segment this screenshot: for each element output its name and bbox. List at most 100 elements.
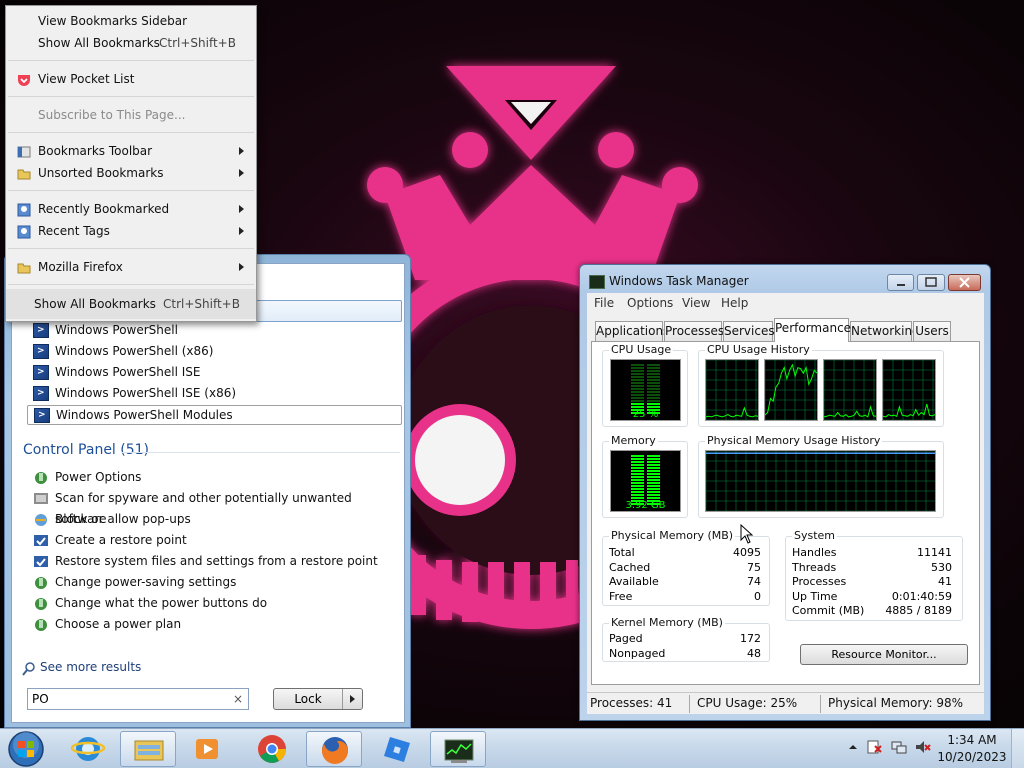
bm-recently-bookmarked[interactable]: Recently Bookmarked (6, 198, 256, 220)
program-powershell-x86[interactable]: Windows PowerShell (x86) (27, 341, 402, 362)
cpu-meter-segment (631, 394, 644, 396)
clear-search-icon[interactable]: × (233, 689, 243, 709)
program-powershell-ise[interactable]: Windows PowerShell ISE (27, 362, 402, 383)
bm-view-pocket-list[interactable]: View Pocket List (6, 68, 256, 90)
tab-services[interactable]: Services (723, 321, 775, 341)
bm-label: Recent Tags (38, 224, 110, 238)
cpu-meter-segment (631, 400, 644, 402)
task-manager-icon (444, 739, 474, 763)
cpu-meter-segment (631, 385, 644, 387)
minimize-button[interactable] (887, 274, 914, 291)
taskbar-firefox[interactable] (306, 731, 362, 767)
bm-label: View Pocket List (38, 72, 135, 86)
bookmarks-menu: View Bookmarks Sidebar Show All Bookmark… (5, 5, 257, 322)
menu-help[interactable]: Help (721, 296, 748, 310)
bm-show-all-bottom[interactable]: Show All Bookmarks Ctrl+Shift+B (6, 289, 256, 319)
stat-key: Commit (MB) (792, 604, 865, 617)
divider (8, 248, 254, 249)
folder-icon (17, 260, 31, 274)
bm-bookmarks-toolbar[interactable]: Bookmarks Toolbar (6, 140, 256, 162)
status-bar: Processes: 41 CPU Usage: 25% Physical Me… (587, 692, 984, 714)
start-search-input[interactable]: PO × (27, 688, 249, 710)
submenu-arrow-icon (239, 169, 244, 177)
stat-value: 172 (740, 632, 761, 645)
maximize-button[interactable] (917, 274, 945, 291)
memory-meter-segment (647, 497, 660, 499)
clock-time[interactable]: 1:34 AM (937, 733, 1007, 747)
memory-meter-segment (631, 464, 644, 466)
taskbar-chrome[interactable] (244, 731, 300, 767)
see-more-results-link[interactable]: See more results (40, 660, 141, 674)
lock-button-label: Lock (294, 692, 322, 706)
tab-users[interactable]: Users (913, 321, 951, 341)
show-desktop-button[interactable] (1011, 729, 1024, 768)
program-powershell[interactable]: Windows PowerShell (27, 320, 402, 341)
shutdown-options-arrow-icon[interactable] (342, 689, 362, 709)
cp-label: Restore system files and settings from a… (55, 554, 378, 568)
taskbar-windows-explorer[interactable] (120, 731, 176, 767)
stat-value: 4885 / 8189 (885, 604, 952, 617)
tab-applications[interactable]: Applications (595, 321, 669, 341)
bm-recent-tags[interactable]: Recent Tags (6, 220, 256, 242)
powershell-icon (33, 320, 49, 341)
internet-options-icon (33, 512, 49, 527)
taskbar-task-manager[interactable] (430, 731, 486, 767)
bm-view-sidebar[interactable]: View Bookmarks Sidebar (6, 10, 256, 32)
cp-scan-spyware[interactable]: Scan for spyware and other potentially u… (27, 488, 402, 526)
memory-meter-segment (647, 467, 660, 469)
taskbar-internet-explorer[interactable] (60, 731, 116, 767)
menu-file[interactable]: File (594, 296, 614, 310)
bm-label: View Bookmarks Sidebar (38, 14, 188, 28)
cp-power-buttons[interactable]: Change what the power buttons do (27, 593, 402, 614)
show-hidden-icons-icon[interactable] (845, 739, 861, 755)
bm-label: Subscribe to This Page... (38, 108, 186, 122)
menu-view[interactable]: View (682, 296, 710, 310)
resource-monitor-button[interactable]: Resource Monitor... (800, 644, 968, 665)
stat-threads: Threads 530 (792, 561, 952, 575)
menu-options[interactable]: Options (627, 296, 673, 310)
stat-key: Total (609, 546, 635, 559)
divider (8, 190, 254, 191)
memory-meter-segment (647, 485, 660, 487)
lock-button[interactable]: Lock (273, 688, 363, 710)
cpu-meter-segment (647, 370, 660, 372)
cp-block-popups[interactable]: Block or allow pop-ups (27, 509, 402, 530)
memory-meter-segment (647, 491, 660, 493)
minimize-icon (897, 284, 905, 286)
cp-choose-power-plan[interactable]: Choose a power plan (27, 614, 402, 635)
tab-networking[interactable]: Networking (850, 321, 920, 341)
cp-power-options[interactable]: Power Options (27, 467, 402, 488)
control-panel-header[interactable]: Control Panel (51) (23, 442, 149, 458)
cp-change-power-saving[interactable]: Change power-saving settings (27, 572, 402, 593)
program-powershell-modules[interactable]: Windows PowerShell Modules (27, 405, 402, 426)
cpu-meter-segment (631, 379, 644, 381)
bm-unsorted[interactable]: Unsorted Bookmarks (6, 162, 256, 184)
program-powershell-ise-x86[interactable]: Windows PowerShell ISE (x86) (27, 383, 402, 404)
task-manager-window: Windows Task Manager File Options View H… (579, 264, 991, 721)
volume-muted-icon[interactable] (915, 739, 931, 755)
memory-meter-segment (631, 455, 644, 457)
cp-create-restore-point[interactable]: Create a restore point (27, 530, 402, 551)
bm-label: Recently Bookmarked (38, 202, 170, 216)
windows-explorer-icon (134, 740, 164, 761)
action-center-icon[interactable] (866, 739, 882, 755)
search-input-value: PO (32, 692, 49, 706)
bm-mozilla-firefox[interactable]: Mozilla Firefox (6, 256, 256, 278)
taskbar-media-player[interactable] (180, 731, 236, 767)
bm-show-all[interactable]: Show All Bookmarks Ctrl+Shift+B (6, 32, 256, 54)
close-button[interactable] (948, 274, 981, 291)
group-title: System (792, 529, 838, 542)
start-button[interactable] (6, 730, 46, 768)
tab-processes[interactable]: Processes (664, 321, 724, 341)
network-icon[interactable] (891, 739, 907, 755)
cpu-meter-segment (647, 406, 660, 408)
cpu-meter-segment (631, 373, 644, 375)
cp-restore-system-files[interactable]: Restore system files and settings from a… (27, 551, 402, 572)
tab-performance[interactable]: Performance (774, 318, 851, 342)
group-title: Physical Memory Usage History (705, 434, 883, 447)
clock-date[interactable]: 10/20/2023 (937, 750, 1007, 764)
memory-meter-segment (631, 473, 644, 475)
memory-meter-bars: 3.92 GB (625, 455, 666, 511)
taskbar-roblox[interactable] (368, 731, 424, 767)
memory-meter-segment (647, 470, 660, 472)
